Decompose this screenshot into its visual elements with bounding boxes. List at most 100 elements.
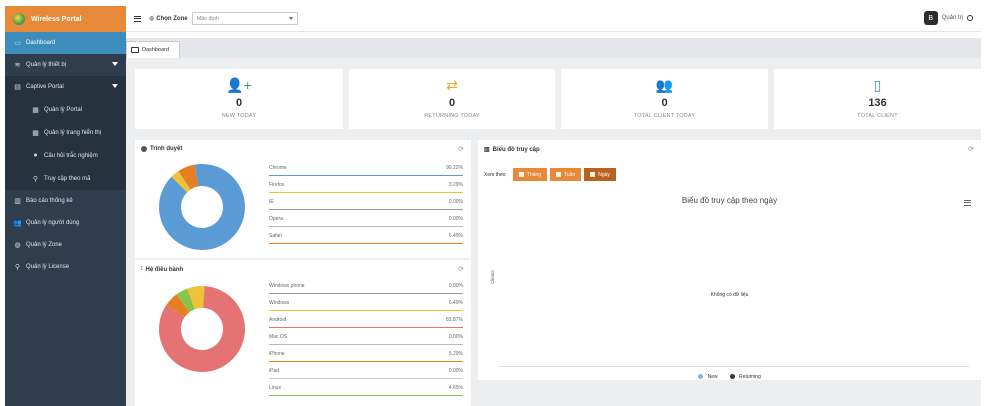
legend-bar xyxy=(269,326,463,328)
sidebar-item-label: Captive Portal xyxy=(26,84,64,90)
button-label: Tháng xyxy=(526,171,541,178)
legend-row-firefox: Firefox 3.29% xyxy=(269,181,463,193)
table-icon: ▦ xyxy=(32,106,39,114)
sidebar: Wireless Portal ▭ Dashboard ≋ Quản lý th… xyxy=(5,6,126,406)
key-icon: ⚲ xyxy=(14,264,21,271)
desktop-icon: ⫶ xyxy=(141,266,143,272)
legend-name: Windows xyxy=(269,300,290,306)
refresh-icon[interactable]: ⟳ xyxy=(458,145,464,153)
legend-value: 3.29% xyxy=(448,182,463,188)
legend-row-chrome: Chrome 90.22% xyxy=(269,164,463,176)
legend-row-iphone: iPhone 5.29% xyxy=(269,350,463,362)
legend-bar xyxy=(269,377,463,379)
globe-icon: ◍ xyxy=(149,16,155,22)
legend-bar xyxy=(269,309,463,311)
legend-value: 6.49% xyxy=(448,300,463,306)
legend-name: Windows phone xyxy=(269,283,305,289)
user-name: Quản trị xyxy=(941,15,963,21)
legend-row-mac-os: Mac OS 0.00% xyxy=(269,333,463,345)
sidebar-item-reports[interactable]: ▥ Báo cáo thống kê xyxy=(5,190,126,212)
legend-name: Opera xyxy=(269,216,283,222)
slice-windows[interactable] xyxy=(187,286,205,310)
legend-name: Safari xyxy=(269,233,283,239)
tab-dashboard[interactable]: Dashboard xyxy=(126,41,180,58)
sidebar-item-page-manage[interactable]: ▦ Quản lý trang hiển thị xyxy=(5,121,126,144)
legend-row-linux: Linux 4.65% xyxy=(269,384,463,396)
sidebar-item-code-access[interactable]: ⚲ Truy cập theo mã xyxy=(5,167,126,190)
caret-down-icon xyxy=(112,62,118,66)
gear-icon[interactable] xyxy=(967,15,973,21)
os-pie-chart xyxy=(159,286,245,372)
legend-bar xyxy=(269,225,463,227)
refresh-icon[interactable]: ⟳ xyxy=(458,265,464,273)
legend-row-ie: IE 0.00% xyxy=(269,198,463,210)
chart-menu-icon[interactable] xyxy=(964,200,971,206)
sidebar-item-captive-portal[interactable]: ▤ Captive Portal xyxy=(5,76,126,98)
slice-iphone[interactable] xyxy=(166,294,190,318)
caret-down-icon xyxy=(112,84,118,88)
sidebar-item-users[interactable]: 👥 Quản lý người dùng xyxy=(5,212,126,234)
legend-value: 0.00% xyxy=(448,216,463,222)
sidebar-item-quiz[interactable]: ● Câu hỏi trắc nghiệm xyxy=(5,144,126,167)
sidebar-item-dashboard[interactable]: ▭ Dashboard xyxy=(5,32,126,54)
stat-label: TOTAL CLIENT TODAY xyxy=(633,113,696,119)
slice-firefox[interactable] xyxy=(171,171,191,193)
sidebar-item-zone[interactable]: ◍ Quản lý Zone xyxy=(5,234,126,256)
legend-name: Linux xyxy=(269,385,281,391)
refresh-icon[interactable]: ⟳ xyxy=(968,145,974,153)
legend-name: iPhone xyxy=(269,351,285,357)
panel-title: Trình duyệt xyxy=(141,146,182,152)
menu-toggle-icon[interactable] xyxy=(134,15,141,22)
legend-value: 0.00% xyxy=(448,334,463,340)
legend-value: 0.00% xyxy=(448,368,463,374)
legend-row-opera: Opera 0.00% xyxy=(269,215,463,227)
slice-safari[interactable] xyxy=(178,164,199,190)
stat-label: NEW TODAY xyxy=(221,113,257,119)
users-icon: 👥 xyxy=(13,220,22,227)
brand[interactable]: Wireless Portal xyxy=(5,6,126,32)
filter-day-button[interactable]: Ngày xyxy=(584,168,616,181)
chart-icon: ▥ xyxy=(484,147,490,153)
filter-week-button[interactable]: Tuần xyxy=(549,168,582,181)
avatar: B xyxy=(923,11,938,25)
legend-name: Firefox xyxy=(269,182,285,188)
stat-value: 0 xyxy=(661,97,668,109)
legend-row-windows-phone: Windows phone 0.00% xyxy=(269,282,463,294)
access-chart-panel: ▥ Biểu đồ truy cập ⟳ Xem theo: Tháng Tuầ… xyxy=(478,140,981,380)
zone-select[interactable]: Mặc định xyxy=(191,12,298,25)
browser-panel-title: Trình duyệt xyxy=(150,146,183,152)
legend-bar xyxy=(269,292,463,294)
table-icon: ▦ xyxy=(32,129,39,137)
mobile-icon: ▯ xyxy=(873,76,882,93)
legend-marker xyxy=(729,374,735,380)
filter-label: Xem theo: xyxy=(484,171,507,178)
stat-label: TOTAL CLIENT xyxy=(857,113,898,119)
wifi-icon: ≋ xyxy=(14,62,21,69)
legend-row-windows: Windows 6.49% xyxy=(269,299,463,311)
browser-pie-chart xyxy=(159,164,245,250)
calendar-icon xyxy=(518,172,524,177)
sidebar-item-label: Báo cáo thống kê xyxy=(26,198,73,204)
legend-name: Mac OS xyxy=(269,334,288,340)
sidebar-item-label: Quản lý License xyxy=(26,264,70,270)
sidebar-item-label: Câu hỏi trắc nghiệm xyxy=(44,152,98,159)
stat-value: 0 xyxy=(448,97,456,109)
access-panel-title: Biểu đồ truy cập xyxy=(492,146,540,153)
sidebar-item-devices[interactable]: ≋ Quản lý thiết bị xyxy=(5,54,126,76)
no-data-message: Không có dữ liệu xyxy=(710,292,749,298)
calendar-icon xyxy=(555,172,561,177)
user-menu[interactable]: B Quản trị xyxy=(923,11,973,25)
stat-returning-today: ⇄ 0 RETURNING TODAY xyxy=(349,69,555,129)
panel-title: ⫶ Hệ điều hành xyxy=(141,266,183,273)
filter-month-button[interactable]: Tháng xyxy=(512,168,547,181)
legend-bar xyxy=(269,343,463,345)
sidebar-item-portal-manage[interactable]: ▦ Quản lý Portal xyxy=(5,98,126,121)
stat-new-today: 👤+ 0 NEW TODAY xyxy=(135,69,343,129)
slice-linux[interactable] xyxy=(176,288,196,313)
monitor-icon: ▭ xyxy=(14,40,21,47)
users-icon: 👥 xyxy=(655,76,674,93)
globe-icon xyxy=(141,146,147,152)
legend-value: 0.00% xyxy=(448,283,463,289)
sidebar-item-label: Truy cập theo mã xyxy=(44,175,91,182)
sidebar-item-license[interactable]: ⚲ Quản lý License xyxy=(5,256,126,278)
